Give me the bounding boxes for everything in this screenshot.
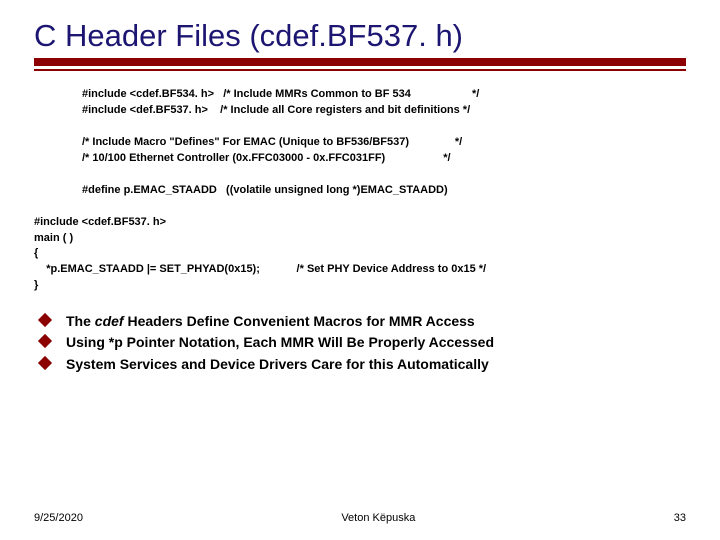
bullet-item-3: System Services and Device Drivers Care … [34,355,686,373]
bullet-text: Using *p Pointer Notation, Each MMR Will… [66,334,494,350]
code-line: #define p.EMAC_STAADD ((volatile unsigne… [82,184,448,196]
code-line: *p.EMAC_STAADD |= SET_PHYAD(0x15); /* Se… [34,263,486,275]
bullet-text-post: Headers Define Convenient Macros for MMR… [124,313,475,329]
diamond-bullet-icon [38,313,52,327]
example-code-block: #include <cdef.BF537. h> main ( ) { *p.E… [34,215,686,295]
footer-author: Veton Këpuska [341,512,415,524]
rule-thin [34,69,686,71]
slide: C Header Files (cdef.BF537. h) #include … [0,0,720,540]
code-line: #include <def.BF537. h> /* Include all C… [82,104,470,116]
slide-title: C Header Files (cdef.BF537. h) [34,18,686,54]
bullet-text: System Services and Device Drivers Care … [66,356,489,372]
bullet-item-1: The cdef Headers Define Convenient Macro… [34,312,686,330]
code-line: { [34,247,38,259]
header-code-block: #include <cdef.BF534. h> /* Include MMRs… [82,87,686,199]
slide-footer: 9/25/2020 Veton Këpuska 33 [34,512,686,524]
code-line: /* 10/100 Ethernet Controller (0x.FFC030… [82,152,451,164]
diamond-bullet-icon [38,334,52,348]
bullet-text-em: cdef [95,313,124,329]
code-line: } [34,279,38,291]
rule-thick [34,58,686,66]
code-line: #include <cdef.BF534. h> /* Include MMRs… [82,88,479,100]
diamond-bullet-icon [38,356,52,370]
code-line: /* Include Macro "Defines" For EMAC (Uni… [82,136,462,148]
title-rule [34,58,686,71]
code-line: main ( ) [34,232,73,244]
footer-page-number: 33 [674,512,686,524]
code-line: #include <cdef.BF537. h> [34,216,166,228]
bullet-item-2: Using *p Pointer Notation, Each MMR Will… [34,333,686,351]
footer-date: 9/25/2020 [34,512,83,524]
bullet-list: The cdef Headers Define Convenient Macro… [34,312,686,373]
bullet-text-pre: The [66,313,95,329]
